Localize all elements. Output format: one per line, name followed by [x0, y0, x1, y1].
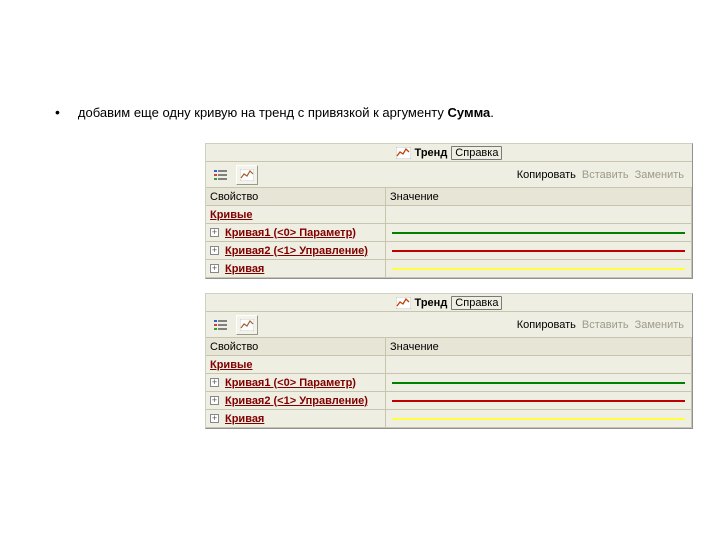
- expand-icon[interactable]: +: [210, 264, 219, 273]
- properties-grid: Свойство Значение Кривые + Кривая1 (<0> …: [206, 338, 692, 428]
- color-swatch: [392, 418, 685, 420]
- curve-row[interactable]: + Кривая: [206, 410, 386, 428]
- column-header-value: Значение: [386, 188, 692, 206]
- chart-view-button[interactable]: [236, 315, 258, 335]
- curve-row[interactable]: + Кривая2 (<1> Управление): [206, 242, 386, 260]
- trend-icon: [396, 146, 411, 159]
- list-view-button[interactable]: [210, 315, 232, 335]
- curve-row[interactable]: + Кривая: [206, 260, 386, 278]
- help-button[interactable]: Справка: [451, 146, 502, 160]
- bullet-text: добавим еще одну кривую на тренд с привя…: [78, 105, 494, 121]
- bullet-item: • добавим еще одну кривую на тренд с при…: [55, 105, 690, 121]
- curve-row[interactable]: + Кривая2 (<1> Управление): [206, 392, 386, 410]
- copy-action[interactable]: Копировать: [517, 169, 576, 181]
- trend-icon: [396, 296, 411, 309]
- trend-properties-panel: Тренд Справка Копировать Вставить: [205, 293, 693, 429]
- paste-action: Вставить: [582, 319, 629, 331]
- panel-title-bar: Тренд Справка: [206, 144, 692, 162]
- expand-icon[interactable]: +: [210, 396, 219, 405]
- curve-color-cell: [386, 410, 692, 428]
- curve-row[interactable]: + Кривая1 (<0> Параметр): [206, 224, 386, 242]
- color-swatch: [392, 250, 685, 252]
- panel-toolbar: Копировать Вставить Заменить: [206, 162, 692, 188]
- color-swatch: [392, 382, 685, 384]
- replace-action: Заменить: [635, 169, 684, 181]
- color-swatch: [392, 268, 685, 270]
- expand-icon[interactable]: +: [210, 246, 219, 255]
- column-header-property: Свойство: [206, 338, 386, 356]
- curve-color-cell: [386, 224, 692, 242]
- help-button[interactable]: Справка: [451, 296, 502, 310]
- trend-properties-panel: Тренд Справка Копировать Вставить: [205, 143, 693, 279]
- section-row[interactable]: Кривые: [206, 206, 386, 224]
- curve-color-cell: [386, 374, 692, 392]
- column-header-property: Свойство: [206, 188, 386, 206]
- list-view-button[interactable]: [210, 165, 232, 185]
- curve-row[interactable]: + Кривая1 (<0> Параметр): [206, 374, 386, 392]
- color-swatch: [392, 400, 685, 402]
- panel-title: Тренд: [415, 297, 448, 309]
- color-swatch: [392, 232, 685, 234]
- section-row[interactable]: Кривые: [206, 356, 386, 374]
- replace-action: Заменить: [635, 319, 684, 331]
- curve-color-cell: [386, 260, 692, 278]
- expand-icon[interactable]: +: [210, 414, 219, 423]
- paste-action: Вставить: [582, 169, 629, 181]
- panel-title: Тренд: [415, 147, 448, 159]
- curve-color-cell: [386, 392, 692, 410]
- expand-icon[interactable]: +: [210, 228, 219, 237]
- expand-icon[interactable]: +: [210, 378, 219, 387]
- copy-action[interactable]: Копировать: [517, 319, 576, 331]
- bullet-marker: •: [55, 105, 60, 119]
- chart-view-button[interactable]: [236, 165, 258, 185]
- panel-toolbar: Копировать Вставить Заменить: [206, 312, 692, 338]
- properties-grid: Свойство Значение Кривые + Кривая1 (<0> …: [206, 188, 692, 278]
- panel-title-bar: Тренд Справка: [206, 294, 692, 312]
- column-header-value: Значение: [386, 338, 692, 356]
- curve-color-cell: [386, 242, 692, 260]
